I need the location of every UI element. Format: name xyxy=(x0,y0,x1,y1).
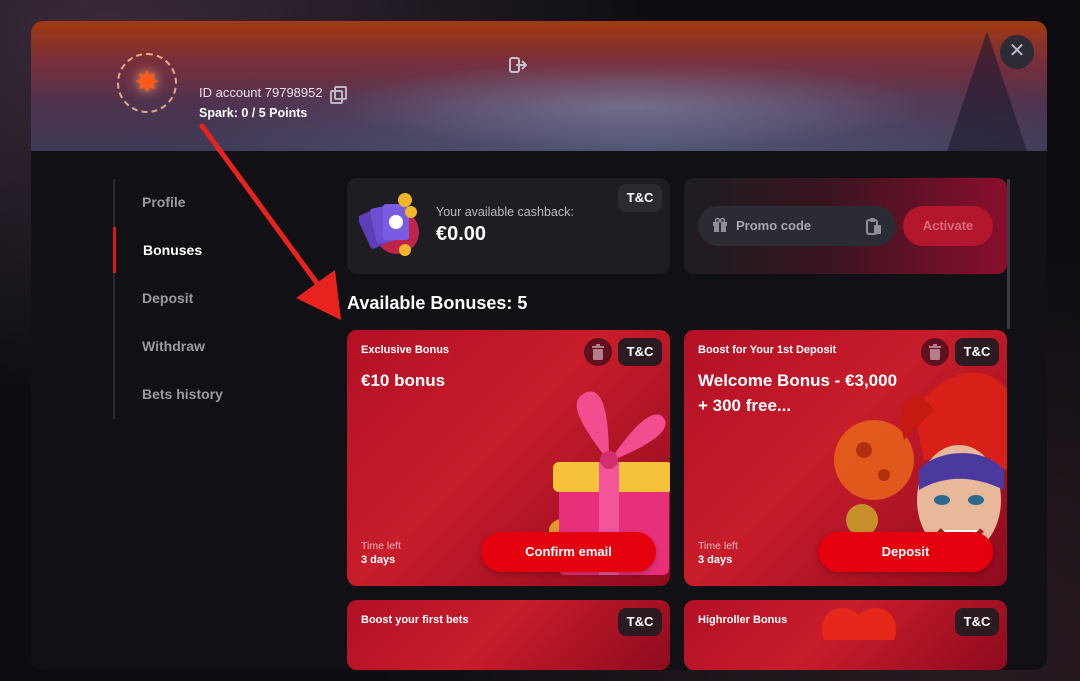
time-left-label: Time left xyxy=(361,540,401,552)
bonus-tag: Boost your first bets xyxy=(361,614,469,626)
promo-code-input[interactable]: Promo code xyxy=(698,206,896,246)
close-button[interactable]: ✕ xyxy=(1000,35,1034,69)
bonus-tag: Boost for Your 1st Deposit xyxy=(698,344,837,356)
activate-button[interactable]: Activate xyxy=(903,206,993,246)
sidebar-item-bonuses[interactable]: Bonuses xyxy=(113,227,293,273)
bonus-tnc-button[interactable]: T&C xyxy=(618,608,662,636)
bonus-tnc-button[interactable]: T&C xyxy=(618,338,662,366)
bonus-card-welcome: Boost for Your 1st Deposit Welcome Bonus… xyxy=(684,330,1007,586)
bonus-tnc-button[interactable]: T&C xyxy=(955,608,999,636)
promo-code-placeholder: Promo code xyxy=(736,218,812,233)
sidebar-item-profile[interactable]: Profile xyxy=(115,179,295,225)
banner-mist xyxy=(331,61,931,151)
copy-icon[interactable] xyxy=(329,85,347,104)
bonus-tnc-button[interactable]: T&C xyxy=(955,338,999,366)
delete-bonus-button[interactable] xyxy=(921,338,949,366)
sidebar: Profile Bonuses Deposit Withdraw Bets hi… xyxy=(113,179,303,419)
bonus-tag: Highroller Bonus xyxy=(698,614,788,626)
logout-icon[interactable] xyxy=(509,57,528,73)
account-id: ID account 79798952 xyxy=(199,85,347,104)
sidebar-item-withdraw[interactable]: Withdraw xyxy=(115,323,295,369)
account-modal: ✸ ID account 79798952 Spark: 0 / 5 Point… xyxy=(31,21,1047,670)
paste-clipboard-icon[interactable] xyxy=(866,217,882,235)
time-left-label: Time left xyxy=(698,540,738,552)
bonus-tag: Exclusive Bonus xyxy=(361,344,450,356)
cashback-tnc-button[interactable]: T&C xyxy=(618,184,662,212)
deposit-button[interactable]: Deposit xyxy=(818,532,993,572)
trash-icon xyxy=(592,344,604,360)
cashback-card: Your available cashback: €0.00 T&C xyxy=(347,178,670,274)
time-left-value: 3 days xyxy=(361,554,396,566)
highroller-illustration xyxy=(822,608,896,640)
sidebar-item-bets-history[interactable]: Bets history xyxy=(115,371,295,417)
delete-bonus-button[interactable] xyxy=(584,338,612,366)
bonus-title: Welcome Bonus - €3,000 + 300 free... xyxy=(698,371,898,415)
spark-logo-icon: ✸ xyxy=(117,53,177,113)
spark-points: Spark: 0 / 5 Points xyxy=(199,106,308,120)
available-bonuses-title: Available Bonuses: 5 xyxy=(347,293,528,313)
bonus-title: €10 bonus xyxy=(361,371,446,390)
scrollbar[interactable] xyxy=(1007,179,1010,329)
bonus-card-highroller: Highroller Bonus T&C xyxy=(684,600,1007,670)
cashback-label: Your available cashback: xyxy=(436,205,574,219)
sidebar-item-deposit[interactable]: Deposit xyxy=(115,275,295,321)
promo-card: Promo code Activate xyxy=(684,178,1007,274)
cashback-cards-icon xyxy=(357,192,425,260)
time-left-value: 3 days xyxy=(698,554,733,566)
bonus-card-first-bets: Boost your first bets T&C xyxy=(347,600,670,670)
gift-icon xyxy=(712,217,728,233)
cashback-value: €0.00 xyxy=(436,223,487,245)
trash-icon xyxy=(929,344,941,360)
header-banner: ✸ ID account 79798952 Spark: 0 / 5 Point… xyxy=(31,21,1047,151)
bonus-card-exclusive: Exclusive Bonus €10 bonus T&C Time left … xyxy=(347,330,670,586)
account-id-text: ID account 79798952 xyxy=(199,85,323,100)
confirm-email-button[interactable]: Confirm email xyxy=(481,532,656,572)
